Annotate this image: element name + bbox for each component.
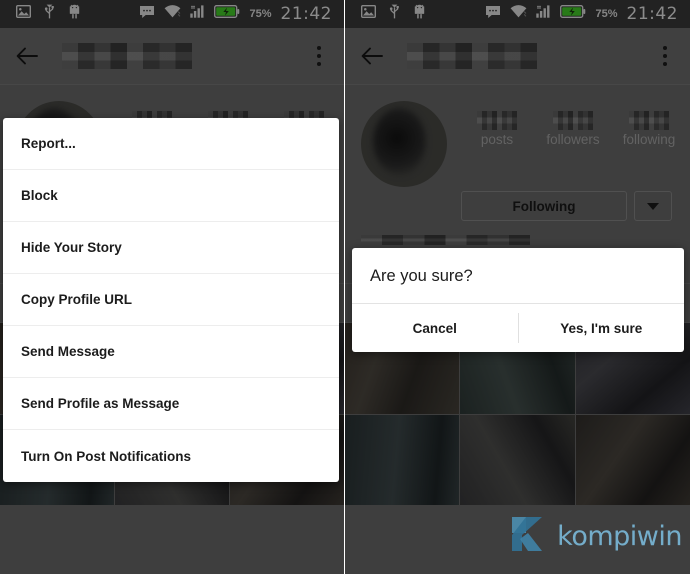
- menu-item-report[interactable]: Report...: [3, 118, 339, 170]
- kompiwin-logo-icon: [508, 513, 554, 560]
- menu-item-turn-on-post-notifications[interactable]: Turn On Post Notifications: [3, 430, 339, 482]
- screenshot-root: 75% 21:42 posts fo: [0, 0, 690, 574]
- panel-divider: [344, 0, 345, 574]
- menu-item-hide-your-story[interactable]: Hide Your Story: [3, 222, 339, 274]
- kompiwin-wordmark: kompiwin: [557, 521, 682, 552]
- profile-options-menu: Report... Block Hide Your Story Copy Pro…: [3, 118, 339, 482]
- menu-item-send-message[interactable]: Send Message: [3, 326, 339, 378]
- menu-item-copy-profile-url[interactable]: Copy Profile URL: [3, 274, 339, 326]
- confirm-dialog: Are you sure? Cancel Yes, I'm sure: [352, 248, 684, 352]
- confirm-button[interactable]: Yes, I'm sure: [519, 304, 685, 352]
- dialog-title: Are you sure?: [352, 248, 684, 304]
- cancel-button[interactable]: Cancel: [352, 304, 518, 352]
- menu-item-send-profile-as-message[interactable]: Send Profile as Message: [3, 378, 339, 430]
- kompiwin-watermark: kompiwin: [508, 513, 682, 560]
- left-screen: 75% 21:42 posts fo: [0, 0, 344, 574]
- menu-item-block[interactable]: Block: [3, 170, 339, 222]
- dialog-actions: Cancel Yes, I'm sure: [352, 304, 684, 352]
- right-screen: 75% 21:42 posts followers following Foll…: [345, 0, 690, 574]
